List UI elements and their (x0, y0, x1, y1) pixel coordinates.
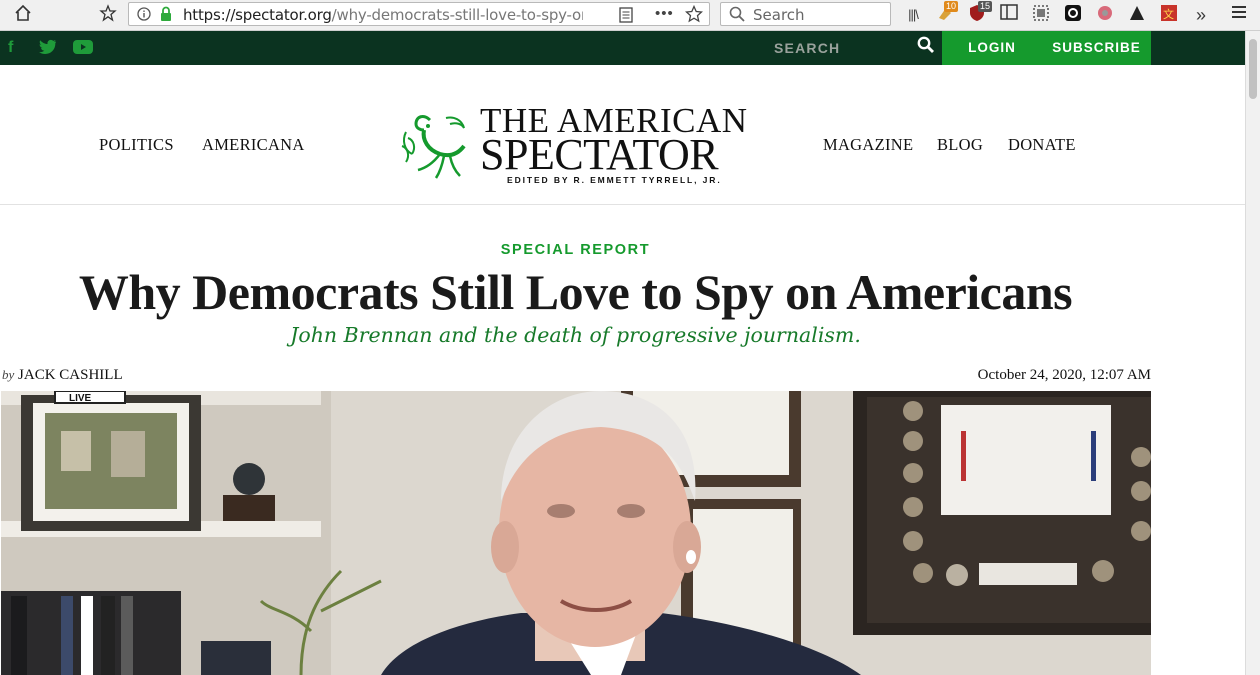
byline: by JACK CASHILL (2, 367, 123, 384)
site-search-label[interactable]: SEARCH (774, 40, 840, 56)
live-tag: LIVE (69, 393, 92, 404)
browser-search-box[interactable]: Search (720, 2, 891, 26)
hero-image[interactable]: LIVE (1, 391, 1151, 675)
scrollbar-thumb[interactable] (1249, 39, 1257, 99)
url-bar[interactable]: https://spectator.org/why-democrats-stil… (128, 2, 710, 26)
sidebar-icon[interactable] (998, 4, 1020, 26)
extension-2-icon[interactable] (1062, 4, 1084, 26)
extension-3-icon[interactable] (1094, 4, 1116, 26)
nav-donate[interactable]: DONATE (1008, 135, 1076, 155)
article-dek: John Brennan and the death of progressiv… (290, 323, 861, 347)
url-text: https://spectator.org/why-democrats-stil… (183, 6, 583, 24)
page-actions-icon[interactable]: ••• (655, 5, 674, 22)
nav-americana[interactable]: AMERICANA (202, 135, 305, 155)
site-header: POLITICS AMERICANA THE AMERICAN SPECTATO… (0, 65, 1245, 205)
svg-text:文: 文 (1163, 7, 1174, 21)
extension-4-icon[interactable] (1126, 4, 1148, 26)
extension-1-icon[interactable]: 10 (934, 1, 959, 26)
site-top-strip: f SEARCH LOGIN SUBSCRIBE (0, 31, 1245, 65)
page-scrollbar[interactable] (1245, 31, 1260, 675)
search-glass-icon (729, 6, 745, 27)
info-icon[interactable] (137, 7, 151, 26)
search-placeholder: Search (753, 6, 805, 24)
article-headline: Why Democrats Still Love to Spy on Ameri… (78, 264, 1073, 320)
browser-toolbar: https://spectator.org/why-democrats-stil… (0, 0, 1260, 31)
ublock-badge: 15 (978, 1, 993, 12)
ublock-icon[interactable]: 15 (966, 1, 993, 26)
logo-line-2[interactable]: SPECTATOR (480, 133, 719, 177)
translate-icon[interactable]: 文 (1158, 4, 1180, 26)
subscribe-button[interactable]: SUBSCRIBE (1042, 31, 1151, 65)
nav-politics[interactable]: POLITICS (99, 135, 174, 155)
logo-subtitle: EDITED BY R. EMMETT TYRRELL, JR. (507, 175, 722, 185)
lock-icon (159, 6, 173, 27)
reader-view-icon[interactable] (619, 7, 633, 28)
author-name[interactable]: JACK CASHILL (18, 367, 123, 383)
publish-date: October 24, 2020, 12:07 AM (977, 367, 1151, 383)
twitter-icon[interactable] (39, 39, 57, 60)
overflow-chevron-icon[interactable]: » (1190, 4, 1212, 26)
nav-blog[interactable]: BLOG (937, 135, 983, 155)
site-search-icon[interactable] (917, 36, 937, 58)
screenshot-icon[interactable] (1030, 4, 1052, 26)
home-icon[interactable] (12, 4, 34, 26)
youtube-icon[interactable] (73, 40, 93, 59)
turkey-logo-icon[interactable] (400, 110, 472, 180)
extension-1-badge: 10 (944, 1, 959, 12)
login-button[interactable]: LOGIN (942, 31, 1042, 65)
bookmark-page-icon[interactable] (97, 4, 119, 26)
byline-prefix: by (2, 367, 15, 382)
nav-magazine[interactable]: MAGAZINE (823, 135, 913, 155)
url-path: /why-democrats-still-love-to-spy-on-a (331, 6, 583, 24)
menu-icon[interactable] (1228, 4, 1250, 26)
article-kicker[interactable]: SPECIAL REPORT (0, 242, 1151, 258)
library-icon[interactable]: |||\ (902, 4, 924, 26)
star-icon[interactable] (684, 4, 704, 28)
url-host: https://spectator.org (183, 6, 332, 24)
facebook-icon[interactable]: f (8, 38, 13, 58)
